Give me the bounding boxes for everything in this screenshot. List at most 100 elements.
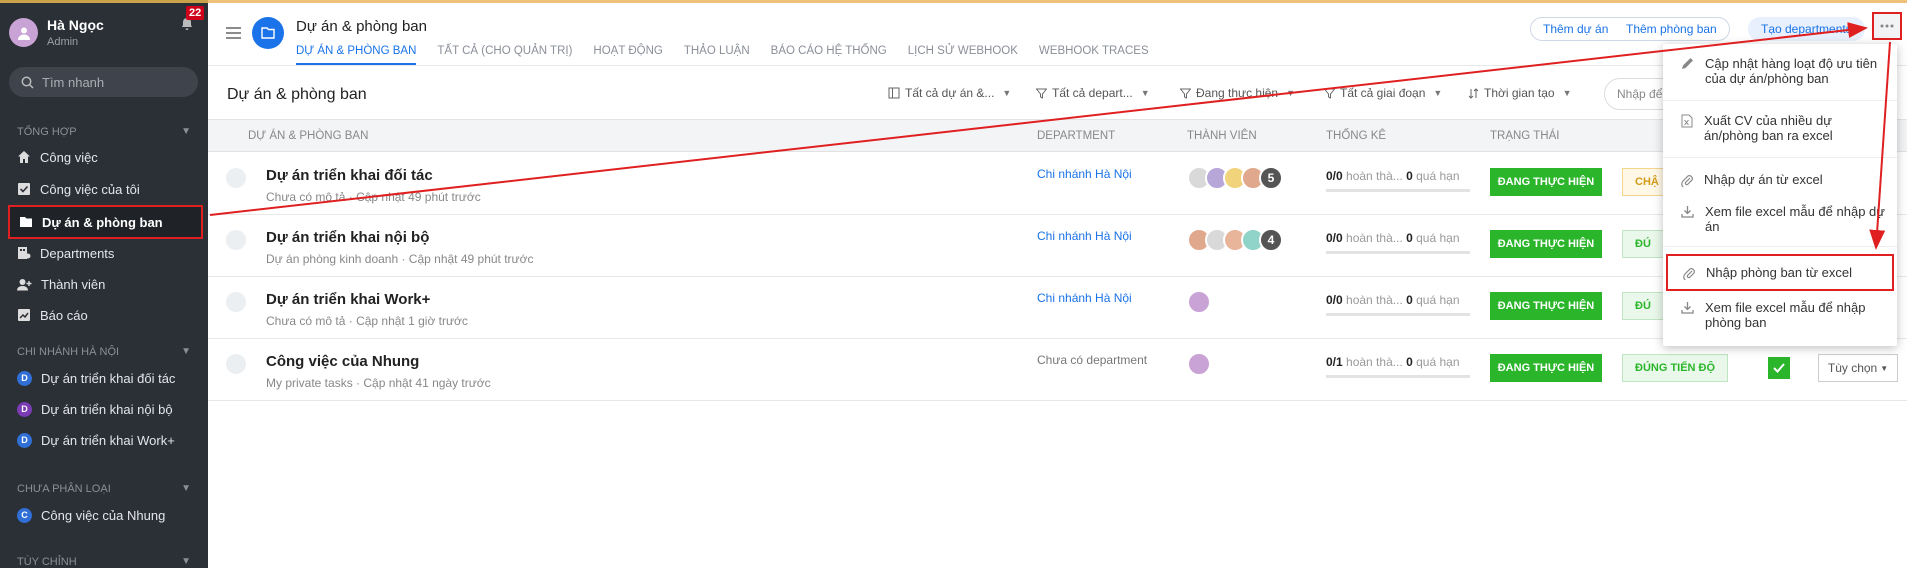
sidebar-item-label: Báo cáo — [40, 307, 88, 323]
section-uncategorized[interactable]: Chưa phân loại ▼ — [17, 483, 197, 495]
task-stats: 0/0 hoàn thà... 0 quá hạn — [1326, 231, 1460, 245]
member-avatars[interactable] — [1187, 352, 1211, 376]
user-profile[interactable]: Hà Ngọc Admin — [9, 17, 104, 48]
menu-item-export-excel[interactable]: Xuất CV của nhiều dự án/phòng ban ra exc… — [1663, 113, 1897, 143]
stat-done-label: hoàn thà... — [1346, 355, 1403, 369]
project-name[interactable]: Dự án triển khai nội bộ — [266, 229, 429, 246]
filter-time-label: Thời gian tạo — [1484, 86, 1555, 100]
caret-down-icon: ▼ — [181, 556, 191, 567]
menu-item-bulk-priority[interactable]: Cập nhật hàng loạt độ ưu tiên của dự án/… — [1663, 56, 1897, 86]
create-departments-button[interactable]: Tạo departments — [1748, 17, 1865, 41]
table-row[interactable]: Dự án triển khai nội bộ Dự án phòng kinh… — [208, 215, 1907, 277]
status-badge[interactable]: ĐANG THỰC HIỆN — [1490, 168, 1602, 196]
tab-webhook-history[interactable]: LỊCH SỬ WEBHOOK — [908, 45, 1018, 65]
department-link[interactable]: Chi nhánh Hà Nội — [1037, 167, 1132, 181]
folder-icon — [20, 217, 32, 227]
filter-projects-label: Tất cả dự án &... — [905, 86, 995, 100]
tab-all-admin[interactable]: TẤT CẢ (CHO QUẢN TRỊ) — [437, 45, 572, 65]
home-icon — [18, 151, 30, 163]
filter-icon — [1036, 88, 1047, 99]
project-name[interactable]: Dự án triển khai Work+ — [266, 291, 430, 308]
avatar — [1187, 290, 1211, 314]
project-subtitle: Dự án phòng kinh doanh · Cập nhật 49 phú… — [266, 252, 534, 266]
task-stats: 0/0 hoàn thà... 0 quá hạn — [1326, 169, 1460, 183]
sidebar-item-label: Dự án triển khai nội bộ — [41, 401, 173, 417]
filter-stage[interactable]: Tất cả giai đoạn ▼ — [1324, 86, 1442, 100]
filter-icon — [1180, 88, 1191, 99]
menu-item-label: Xem file excel mẫu để nhập phòng ban — [1705, 300, 1866, 330]
status-badge[interactable]: ĐANG THỰC HIỆN — [1490, 354, 1602, 382]
col-header-status: Trạng thái — [1490, 130, 1560, 142]
table-row[interactable]: Dự án triển khai đối tác Chưa có mô tả ·… — [208, 153, 1907, 215]
chevron-down-icon: ▼ — [1140, 88, 1150, 98]
stat-overdue-label: quá hạn — [1416, 169, 1460, 183]
row-select-radio[interactable] — [226, 168, 246, 188]
filter-time[interactable]: Thời gian tạo ▼ — [1468, 86, 1572, 100]
add-project-button[interactable]: Thêm dự án — [1530, 17, 1622, 41]
add-department-button[interactable]: Thêm phòng ban — [1614, 17, 1730, 41]
department-link[interactable]: Chi nhánh Hà Nội — [1037, 229, 1132, 243]
menu-item-department-template[interactable]: Xem file excel mẫu để nhập phòng ban — [1663, 300, 1897, 330]
stat-done-label: hoàn thà... — [1346, 169, 1403, 183]
project-subtitle: Chưa có mô tả · Cập nhật 1 giờ trước — [266, 314, 468, 328]
chevron-down-icon: ▼ — [1286, 88, 1296, 98]
tab-activity[interactable]: HOẠT ĐỘNG — [593, 45, 662, 65]
stat-done-label: hoàn thà... — [1346, 293, 1403, 307]
member-avatars[interactable]: 5 — [1187, 166, 1283, 190]
tab-projects[interactable]: DỰ ÁN & PHÒNG BAN — [296, 45, 417, 65]
row-select-radio[interactable] — [226, 292, 246, 312]
chart-icon — [18, 309, 30, 321]
sidebar-item-branch-project[interactable]: D Dự án triển khai đối tác — [8, 363, 203, 393]
sidebar-item-uncategorized-project[interactable]: C Công việc của Nhung — [8, 500, 203, 530]
stat-overdue: 0 — [1406, 169, 1413, 183]
folder-icon — [252, 17, 284, 49]
more-options-button[interactable] — [1872, 12, 1902, 40]
sidebar-search-input[interactable]: Tìm nhanh — [9, 67, 198, 97]
sidebar-item-members[interactable]: Thành viên — [8, 269, 203, 299]
sidebar-item-reports[interactable]: Báo cáo — [8, 300, 203, 330]
menu-item-import-projects[interactable]: Nhập dự án từ excel — [1663, 172, 1897, 187]
check-icon[interactable] — [1768, 357, 1790, 379]
tab-discussion[interactable]: THẢO LUẬN — [684, 45, 750, 65]
filter-departments[interactable]: Tất cả depart... ▼ — [1036, 86, 1150, 100]
menu-icon[interactable] — [226, 27, 241, 39]
menu-item-import-departments[interactable]: Nhập phòng ban từ excel — [1666, 254, 1894, 291]
menu-divider — [1663, 100, 1897, 101]
sidebar-item-label: Thành viên — [41, 276, 106, 292]
pencil-icon — [1682, 58, 1693, 69]
row-select-radio[interactable] — [226, 230, 246, 250]
sidebar-item-my-tasks[interactable]: Công việc của tôi — [8, 174, 203, 204]
status-badge[interactable]: ĐANG THỰC HIỆN — [1490, 292, 1602, 320]
project-name[interactable]: Dự án triển khai đối tác — [266, 167, 433, 184]
table-row[interactable]: Dự án triển khai Work+ Chưa có mô tả · C… — [208, 277, 1907, 339]
menu-divider — [1663, 157, 1897, 158]
project-name[interactable]: Công việc của Nhung — [266, 353, 419, 370]
progress-bar — [1326, 375, 1470, 378]
department-link[interactable]: Chi nhánh Hà Nội — [1037, 291, 1132, 305]
sidebar-item-branch-project[interactable]: D Dự án triển khai nội bộ — [8, 394, 203, 424]
sidebar-item-label: Dự án triển khai Work+ — [41, 432, 175, 448]
page-header: Dự án & phòng ban DỰ ÁN & PHÒNG BAN TẤT … — [208, 0, 1907, 66]
section-custom[interactable]: Tùy chỉnh ▼ — [17, 556, 197, 568]
table-row[interactable]: Công việc của Nhung My private tasks · C… — [208, 339, 1907, 401]
progress-bar — [1326, 313, 1470, 316]
more-options-menu: Cập nhật hàng loạt độ ưu tiên của dự án/… — [1663, 44, 1897, 346]
section-custom-label: Tùy chỉnh — [17, 556, 77, 568]
sidebar-item-branch-project[interactable]: D Dự án triển khai Work+ — [8, 425, 203, 455]
options-dropdown[interactable]: Tùy chọn ▼ — [1818, 354, 1898, 382]
member-avatars[interactable] — [1187, 290, 1211, 314]
sidebar-item-tasks[interactable]: Công việc — [8, 142, 203, 172]
tab-webhook-traces[interactable]: WEBHOOK TRACES — [1039, 45, 1149, 65]
sidebar-item-projects[interactable]: Dự án & phòng ban — [8, 205, 203, 239]
status-badge[interactable]: ĐANG THỰC HIỆN — [1490, 230, 1602, 258]
row-select-radio[interactable] — [226, 354, 246, 374]
member-avatars[interactable]: 4 — [1187, 228, 1283, 252]
filter-status[interactable]: Đang thực hiện ▼ — [1180, 86, 1295, 100]
menu-item-project-template[interactable]: Xem file excel mẫu để nhập dự án — [1663, 204, 1897, 234]
col-header-members: Thành viên — [1187, 130, 1257, 142]
section-branch[interactable]: Chi nhánh Hà Nội ▼ — [17, 346, 197, 358]
filter-projects[interactable]: Tất cả dự án &... ▼ — [888, 86, 1011, 100]
tab-system-report[interactable]: BÁO CÁO HỆ THỐNG — [771, 45, 887, 65]
section-overview[interactable]: Tổng hợp ▼ — [17, 126, 197, 138]
sidebar-item-departments[interactable]: Departments — [8, 238, 203, 268]
